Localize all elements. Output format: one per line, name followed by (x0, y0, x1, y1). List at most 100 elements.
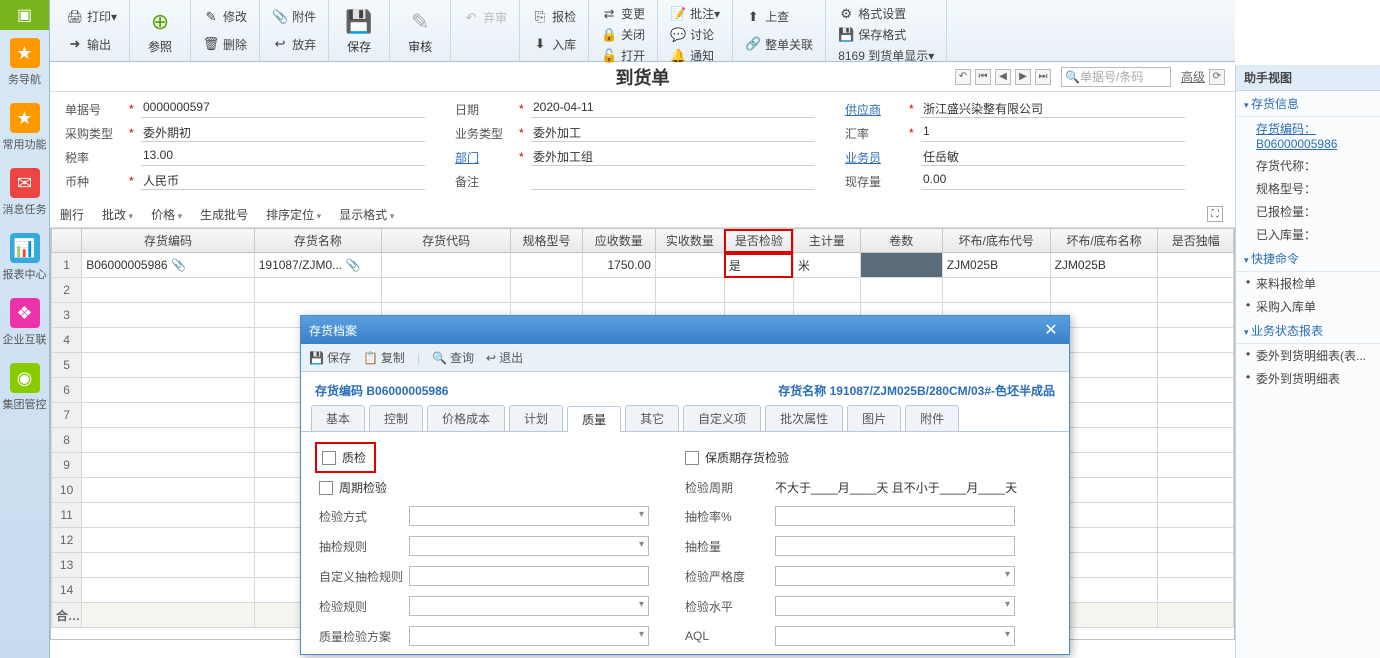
input-aql[interactable] (775, 626, 1015, 646)
val-docno[interactable]: 0000000597 (141, 100, 425, 118)
search-input[interactable]: 🔍单据号/条码 (1061, 67, 1171, 87)
lbl-dept[interactable]: 部门 (455, 149, 515, 166)
val-currency[interactable]: 人民币 (141, 172, 425, 190)
col-alias[interactable]: 存货代码 (381, 229, 510, 253)
pizhu-button[interactable]: 📝批注 ▾ (666, 3, 724, 24)
rp-quick-link[interactable]: 来料报检单 (1236, 272, 1380, 295)
sidenav-item-msg[interactable]: ✉消息任务 (0, 160, 49, 225)
tab-quality[interactable]: 质量 (567, 406, 621, 432)
grid-batch[interactable]: 批改 (102, 206, 133, 223)
input-zlfangan[interactable] (409, 626, 649, 646)
print-button[interactable]: 🖨打印 ▾ (63, 6, 121, 27)
tab-plan[interactable]: 计划 (509, 405, 563, 431)
dlg-copy-button[interactable]: 📋复制 (363, 349, 405, 366)
modify-button[interactable]: ✎修改 (199, 6, 251, 27)
col-unit[interactable]: 主计量 (793, 229, 860, 253)
ruku-button[interactable]: ⬇入库 (528, 34, 580, 55)
sidenav-item-network[interactable]: ❖企业互联 (0, 290, 49, 355)
col-shouldqty[interactable]: 应收数量 (582, 229, 655, 253)
col-name[interactable]: 存货名称 (254, 229, 381, 253)
save-button[interactable]: 💾保存 (337, 3, 381, 58)
shangcha-button[interactable]: ⬆上查 (741, 6, 817, 27)
col-rownum[interactable] (52, 229, 82, 253)
tab-control[interactable]: 控制 (369, 405, 423, 431)
guanbi-button[interactable]: 🔒关闭 (597, 24, 649, 45)
rp-link-code[interactable]: 存货编码：B06000005986 (1236, 117, 1380, 154)
input-yange[interactable] (775, 566, 1015, 586)
nav-first-icon[interactable]: ⏮ (975, 69, 991, 85)
tab-custom[interactable]: 自定义项 (683, 405, 761, 431)
sidenav-item-nav[interactable]: ★务导航 (0, 30, 49, 95)
rp-sec-stock[interactable]: 存货信息 (1236, 91, 1380, 117)
val-person[interactable]: 任岳敏 (921, 148, 1185, 166)
col-badcode[interactable]: 坏布/底布代号 (942, 229, 1050, 253)
col-check[interactable]: 是否检验 (724, 229, 793, 253)
rp-quick-link[interactable]: 采购入库单 (1236, 295, 1380, 318)
baojian-button[interactable]: ⎘报检 (528, 6, 580, 27)
input-zdy[interactable] (409, 566, 649, 586)
val-potype[interactable]: 委外期初 (141, 124, 425, 142)
fangqi-button[interactable]: ↩放弃 (268, 34, 320, 55)
close-icon[interactable]: ✕ (1041, 320, 1061, 340)
lbl-supplier[interactable]: 供应商 (845, 101, 905, 118)
input-jysp[interactable] (775, 596, 1015, 616)
col-rolls[interactable]: 卷数 (860, 229, 942, 253)
rp-report-link[interactable]: 委外到货明细表(表... (1236, 344, 1380, 367)
val-date[interactable]: 2020-04-11 (531, 100, 815, 118)
lbl-person[interactable]: 业务员 (845, 149, 905, 166)
delete-button[interactable]: 🗑删除 (199, 34, 251, 55)
zhengdan-button[interactable]: 🔗整单关联 (741, 34, 817, 55)
col-dufu[interactable]: 是否独幅 (1158, 229, 1234, 253)
val-supplier[interactable]: 浙江盛兴染整有限公司 (921, 100, 1185, 118)
dialog-titlebar[interactable]: 存货档案 ✕ (301, 316, 1069, 344)
input-cjl[interactable] (775, 506, 1015, 526)
geshi-button[interactable]: ⚙格式设置 (834, 3, 938, 24)
tab-other[interactable]: 其它 (625, 405, 679, 431)
dlg-exit-button[interactable]: ↩退出 (486, 349, 523, 366)
val-dept[interactable]: 委外加工组 (531, 148, 815, 166)
rp-sec-quick[interactable]: 快捷命令 (1236, 246, 1380, 272)
col-realqty[interactable]: 实收数量 (655, 229, 724, 253)
rp-sec-report[interactable]: 业务状态报表 (1236, 318, 1380, 344)
tab-image[interactable]: 图片 (847, 405, 901, 431)
nav-prev-icon[interactable]: ◀ (995, 69, 1011, 85)
baocunfmt-button[interactable]: 💾保存格式 (834, 24, 938, 45)
tab-price[interactable]: 价格成本 (427, 405, 505, 431)
rp-report-link[interactable]: 委外到货明细表 (1236, 367, 1380, 390)
sidenav-item-fav[interactable]: ★常用功能 (0, 95, 49, 160)
grid-disp[interactable]: 显示格式 (339, 206, 394, 223)
sidenav-item-report[interactable]: 📊报表中心 (0, 225, 49, 290)
table-row[interactable]: 1 B06000005986 📎 191087/ZJM0... 📎 1750.0… (52, 253, 1234, 278)
grid-del[interactable]: 删行 (60, 206, 84, 223)
val-rate[interactable]: 1 (921, 124, 1185, 142)
app-logo-icon[interactable]: ▣ (0, 0, 49, 30)
dlg-save-button[interactable]: 💾保存 (309, 349, 351, 366)
tab-batch[interactable]: 批次属性 (765, 405, 843, 431)
attachment-button[interactable]: 📎附件 (268, 6, 320, 27)
grid-expand-icon[interactable]: ⛶ (1207, 206, 1223, 222)
canzhao-button[interactable]: ⊕参照 (138, 3, 182, 58)
val-remark[interactable] (531, 172, 815, 190)
tab-basic[interactable]: 基本 (311, 405, 365, 431)
qishen-button[interactable]: ↶弃审 (459, 7, 511, 28)
advanced-link[interactable]: 高级 (1181, 68, 1205, 85)
zhouqi-checkbox[interactable] (319, 481, 333, 495)
input-cjliang[interactable] (775, 536, 1015, 556)
val-tax[interactable]: 13.00 (141, 148, 425, 166)
qc-checkbox[interactable] (322, 451, 336, 465)
grid-price[interactable]: 价格 (151, 206, 182, 223)
val-biztype[interactable]: 委外加工 (531, 124, 815, 142)
sidenav-item-group[interactable]: ◉集团管控 (0, 355, 49, 420)
grid-gen[interactable]: 生成批号 (200, 206, 248, 223)
nav-last-icon[interactable]: ⏭ (1035, 69, 1051, 85)
baozhi-checkbox[interactable] (685, 451, 699, 465)
dlg-query-button[interactable]: 🔍查询 (432, 349, 474, 366)
nav-undo-icon[interactable]: ↶ (955, 69, 971, 85)
table-row[interactable]: 2 (52, 278, 1234, 303)
input-cjgz[interactable] (409, 536, 649, 556)
grid-sort[interactable]: 排序定位 (266, 206, 321, 223)
col-badname[interactable]: 坏布/底布名称 (1050, 229, 1158, 253)
nav-next-icon[interactable]: ▶ (1015, 69, 1031, 85)
taolun-button[interactable]: 💬讨论 (666, 24, 724, 45)
output-button[interactable]: ➜输出 (63, 34, 121, 55)
